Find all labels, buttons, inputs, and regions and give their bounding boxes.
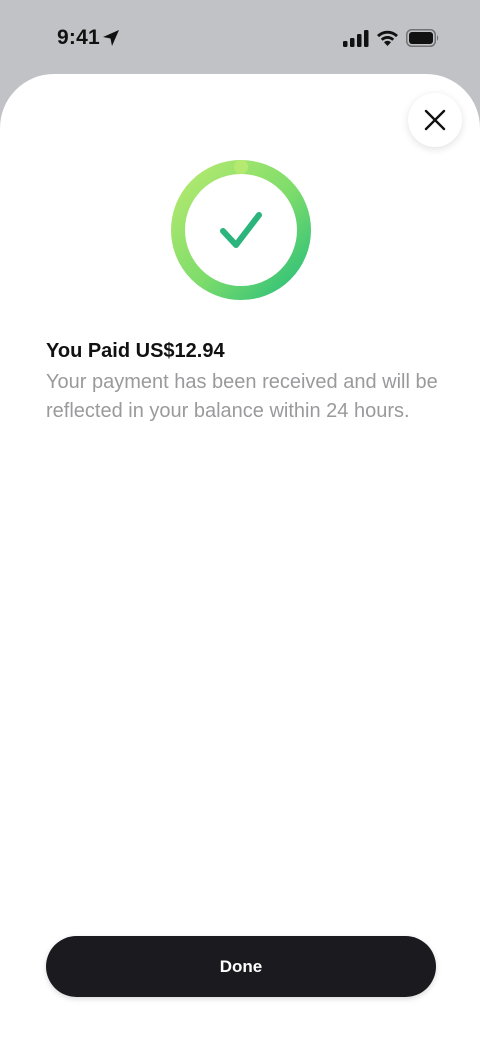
wifi-icon bbox=[377, 30, 398, 46]
close-button[interactable] bbox=[408, 93, 462, 147]
cellular-signal-icon bbox=[343, 30, 369, 47]
close-icon bbox=[424, 109, 446, 131]
done-button[interactable]: Done bbox=[46, 936, 436, 997]
status-time: 9:41 bbox=[57, 26, 100, 49]
payment-message: Your payment has been received and will … bbox=[46, 371, 438, 422]
location-arrow-icon bbox=[103, 30, 119, 46]
success-ring bbox=[171, 160, 311, 300]
status-bar: 9:41 bbox=[0, 0, 480, 74]
battery-icon bbox=[406, 29, 439, 47]
payment-title: You Paid US$12.94 bbox=[46, 340, 225, 362]
checkmark-icon bbox=[220, 212, 262, 248]
